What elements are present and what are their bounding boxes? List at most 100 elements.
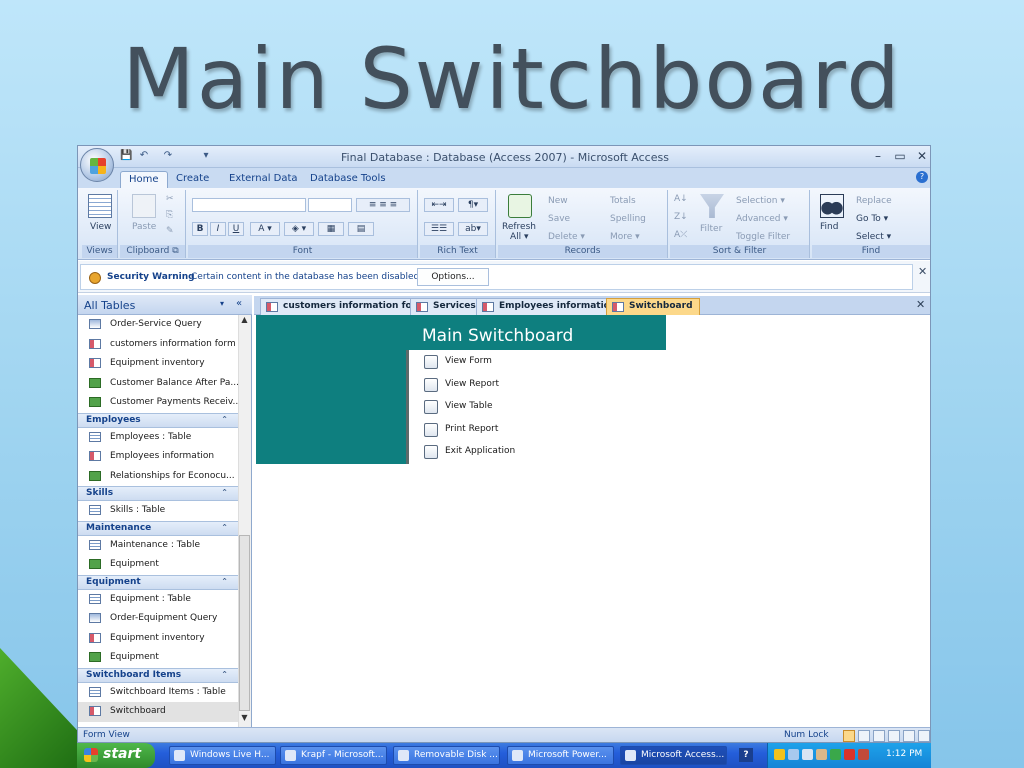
more-button[interactable]: More ▾ [610, 232, 640, 242]
security-tray-icon[interactable] [830, 749, 841, 760]
pivottable-view-icon[interactable] [873, 730, 885, 742]
network-icon[interactable] [816, 749, 827, 760]
nav-item[interactable]: Order-Service Query [78, 315, 238, 335]
nav-item[interactable]: Switchboard [78, 702, 238, 722]
find-button[interactable]: Find [820, 222, 838, 232]
font-name-field[interactable] [192, 198, 306, 212]
refresh-button[interactable]: Refresh [502, 222, 536, 232]
format-painter-icon[interactable]: ✎ [166, 226, 174, 236]
nav-group-header[interactable]: Equipment ⌃ [78, 574, 238, 590]
chevron-up-icon[interactable]: ⌃ [221, 577, 228, 586]
chevron-up-icon[interactable]: ⌃ [221, 488, 228, 497]
nav-group-header[interactable]: Skills ⌃ [78, 486, 238, 501]
sort-descending-icon[interactable]: Z↓ [674, 212, 688, 222]
nav-title[interactable]: All Tables [84, 299, 135, 312]
switchboard-button[interactable] [424, 445, 438, 460]
chevron-down-icon[interactable]: ▾ [220, 299, 224, 308]
nav-item[interactable]: customers information form [78, 335, 238, 355]
nav-group-header[interactable]: Maintenance ⌃ [78, 520, 238, 536]
list-buttons[interactable]: ☰☰ [424, 222, 454, 236]
nav-item[interactable]: Order-Equipment Query [78, 609, 238, 629]
layout-view-icon[interactable] [903, 730, 915, 742]
doc-tab[interactable]: Switchboard [606, 298, 700, 315]
scroll-down-icon[interactable]: ▼ [238, 713, 251, 726]
copy-icon[interactable]: ⎘ [166, 210, 173, 220]
nav-item[interactable]: Employees : Table [78, 428, 238, 448]
cut-icon[interactable]: ✂ [166, 194, 174, 204]
minimize-button[interactable]: – [870, 149, 886, 163]
customize-quick-access-icon[interactable]: ▾ [200, 150, 212, 162]
switchboard-button[interactable] [424, 377, 438, 392]
messenger-icon[interactable] [844, 749, 855, 760]
help-icon[interactable]: ? [916, 171, 928, 183]
save-icon[interactable]: 💾 [120, 150, 132, 162]
chevron-up-icon[interactable]: ⌃ [221, 523, 228, 532]
design-view-icon[interactable] [918, 730, 930, 742]
switchboard-button[interactable] [424, 422, 438, 437]
nav-item[interactable]: Employees information [78, 447, 238, 467]
message-bar-close-icon[interactable]: ✕ [918, 265, 927, 278]
new-record-button[interactable]: New [548, 196, 568, 206]
nav-item[interactable]: Equipment : Table [78, 590, 238, 610]
office-button[interactable] [80, 148, 114, 182]
taskbar-button[interactable]: Removable Disk ... [393, 746, 500, 765]
doc-tab[interactable]: Services [410, 298, 483, 315]
close-button[interactable]: ✕ [914, 149, 930, 163]
goto-button[interactable]: Go To ▾ [856, 214, 888, 224]
nav-item[interactable]: Equipment inventory [78, 354, 238, 374]
taskbar-button[interactable]: Windows Live H... [169, 746, 276, 765]
scrollbar-thumb[interactable] [239, 535, 250, 711]
options-button[interactable]: Options... [417, 268, 489, 286]
chevron-up-icon[interactable]: ⌃ [221, 415, 228, 424]
doc-tab[interactable]: customers information form [260, 298, 433, 315]
refresh-all-label[interactable]: All ▾ [510, 232, 529, 242]
close-document-icon[interactable]: ✕ [916, 298, 925, 311]
alternate-fill-button[interactable]: ▤ [348, 222, 374, 236]
save-record-button[interactable]: Save [548, 214, 570, 224]
restore-button[interactable]: ▭ [892, 149, 908, 163]
filter-button[interactable]: Filter [700, 224, 722, 234]
collapse-pane-icon[interactable]: « [236, 298, 242, 309]
scroll-up-icon[interactable]: ▲ [238, 315, 251, 328]
paragraph-button[interactable]: ¶▾ [458, 198, 488, 212]
replace-button[interactable]: Replace [856, 196, 892, 206]
nav-item[interactable]: Relationships for Econocu... [78, 467, 238, 487]
toggle-filter-button[interactable]: Toggle Filter [736, 232, 790, 242]
bold-button[interactable]: B [192, 222, 208, 236]
pivotchart-view-icon[interactable] [888, 730, 900, 742]
help-tray-icon[interactable]: ? [739, 748, 753, 762]
tab-external-data[interactable]: External Data [221, 171, 306, 188]
chevron-up-icon[interactable]: ⌃ [221, 670, 228, 679]
nav-header[interactable]: All Tables ▾ « [78, 295, 252, 315]
nav-item[interactable]: Skills : Table [78, 501, 238, 521]
view-button[interactable]: View [90, 222, 111, 232]
sort-ascending-icon[interactable]: A↓ [674, 194, 688, 204]
italic-button[interactable]: I [210, 222, 226, 236]
doc-tab[interactable]: Employees information [476, 298, 624, 315]
nav-item[interactable]: Maintenance : Table [78, 536, 238, 556]
volume-icon[interactable] [802, 749, 813, 760]
nav-item[interactable]: Equipment inventory [78, 629, 238, 649]
underline-button[interactable]: U [228, 222, 244, 236]
taskbar-button[interactable]: Microsoft Access... [620, 746, 727, 765]
tab-database-tools[interactable]: Database Tools [302, 171, 394, 188]
advanced-button[interactable]: Advanced ▾ [736, 214, 788, 224]
font-size-field[interactable] [308, 198, 352, 212]
taskbar-button[interactable]: Krapf - Microsoft... [280, 746, 387, 765]
nav-item[interactable]: Customer Payments Receiv... [78, 393, 238, 413]
switchboard-button[interactable] [424, 355, 438, 369]
undo-icon[interactable]: ↶ [138, 150, 150, 162]
highlight-button[interactable]: ab▾ [458, 222, 488, 236]
delete-record-button[interactable]: Delete ▾ [548, 232, 585, 242]
alert-tray-icon[interactable] [858, 749, 869, 760]
nav-item[interactable]: Customer Balance After Pa... [78, 374, 238, 394]
gridlines-button[interactable]: ▦ [318, 222, 344, 236]
font-color-button[interactable]: A ▾ [250, 222, 280, 236]
indent-buttons[interactable]: ⇤⇥ [424, 198, 454, 212]
spelling-button[interactable]: Spelling [610, 214, 646, 224]
taskbar-button[interactable]: Microsoft Power... [507, 746, 614, 765]
tray-app-icon[interactable] [774, 749, 785, 760]
tab-create[interactable]: Create [168, 171, 217, 188]
datasheet-view-icon[interactable] [858, 730, 870, 742]
totals-button[interactable]: Totals [610, 196, 636, 206]
